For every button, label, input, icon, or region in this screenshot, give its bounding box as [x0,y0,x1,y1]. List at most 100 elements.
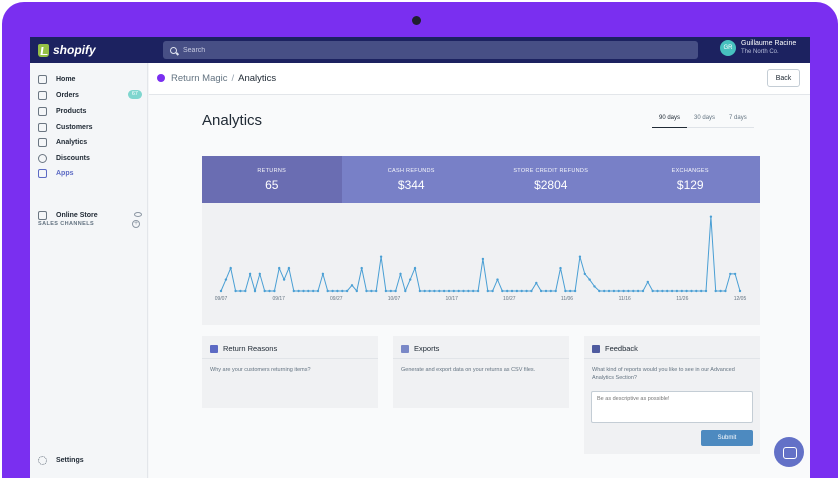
tab-30-days[interactable]: 30 days [687,112,722,127]
stat-exchanges[interactable]: EXCHANGES $129 [620,156,760,203]
sidebar-item-products[interactable]: Products [38,105,142,117]
data-point [447,289,451,293]
sidebar-item-settings[interactable]: Settings [38,456,84,465]
data-point [229,266,232,270]
x-tick-label: 09/17 [272,296,285,302]
data-point [384,289,388,293]
data-point [345,289,349,293]
data-point [646,280,649,284]
data-point [341,289,344,293]
sidebar: Home Orders 67 Products Customers Analyt… [30,63,148,478]
data-point [506,289,509,293]
data-point [399,272,402,276]
data-point [326,289,329,293]
feedback-textarea[interactable] [591,391,753,423]
sales-channels-heading: SALES CHANNELS [38,221,95,227]
data-point [404,289,407,293]
data-point [530,289,533,293]
data-point [607,289,611,293]
main-area: Return Magic / Analytics Back Analytics 90… [149,63,810,478]
data-point [224,278,228,281]
sidebar-item-orders[interactable]: Orders 67 [38,89,142,101]
data-point [627,289,630,293]
data-point [733,272,737,276]
data-point [413,266,417,270]
gear-icon [38,456,47,465]
user-menu[interactable]: GR Guillaume Racine The North Co. [720,40,796,56]
search-input[interactable] [183,46,663,54]
breadcrumb-separator: / [231,73,235,84]
divider [393,358,569,359]
x-tick-label: 11/26 [676,296,688,302]
data-point [244,289,247,293]
search-bar[interactable] [163,41,698,59]
data-point [704,289,708,293]
eye-icon[interactable] [134,212,142,217]
chat-icon [592,344,600,353]
data-point [520,289,523,293]
stat-value: $344 [397,177,425,192]
sidebar-item-label: Customers [56,123,93,131]
data-point [709,215,713,218]
sidebar-item-label: Discounts [56,154,90,162]
data-point [641,289,645,293]
data-point [365,289,368,293]
stat-label: STORE CREDIT REFUNDS [513,167,589,174]
data-point [476,289,480,293]
divider [202,358,378,359]
data-point [564,289,567,293]
x-tick-label: 09/07 [215,296,228,302]
data-point [554,289,557,293]
data-point [273,289,276,293]
logo-text: shopify [53,43,96,57]
data-point [438,289,441,293]
sidebar-item-home[interactable]: Home [38,73,142,85]
data-point [452,289,455,293]
sidebar-item-discounts[interactable]: Discounts [38,152,142,164]
stat-label: EXCHANGES [671,167,709,174]
stat-value: 65 [265,177,279,192]
data-point [418,289,422,293]
sidebar-item-apps[interactable]: Apps [38,167,142,179]
settings-label: Settings [56,457,84,464]
chat-icon[interactable] [774,437,804,467]
store-name: The North Co. [741,49,779,55]
shopify-logo[interactable]: shopify [38,42,96,58]
add-channel-plus-icon[interactable]: + [132,220,140,228]
back-button[interactable]: Back [767,69,800,87]
screen: shopify GR Guillaume Racine The North Co… [30,37,810,478]
tab-90-days[interactable]: 90 days [652,112,688,128]
document-icon [401,344,409,353]
sidebar-item-label: Apps [56,169,74,177]
data-point [307,289,310,293]
card-title-text: Exports [414,344,440,353]
sidebar-item-online-store[interactable]: Online Store [38,209,142,221]
stat-store-credit-refunds[interactable]: STORE CREDIT REFUNDS $2804 [481,156,621,203]
breadcrumb-app-link[interactable]: Return Magic [171,73,228,84]
submit-button[interactable]: Submit [701,430,753,446]
card-title: Exports [401,344,439,353]
stat-cash-refunds[interactable]: CASH REFUNDS $344 [341,156,481,203]
data-point [486,289,489,293]
breadcrumb-current: Analytics [238,73,277,84]
data-point [695,289,698,293]
data-point [394,289,397,293]
sidebar-item-label: Orders [56,91,79,99]
sidebar-item-analytics[interactable]: Analytics [38,136,142,148]
exports-card[interactable]: Exports Generate and export data on your… [393,336,569,408]
data-point [442,289,446,293]
stat-returns[interactable]: RETURNS 65 [202,156,342,203]
card-description: What kind of reports would you like to s… [592,367,735,381]
divider [584,358,760,359]
data-point [603,289,606,293]
data-point [321,272,325,276]
data-point [724,289,727,293]
data-point [253,289,257,293]
tab-7-days[interactable]: 7 days [722,112,754,127]
store-icon [38,210,47,220]
data-point [462,289,465,293]
return-reasons-card[interactable]: Return Reasons Why are your customers re… [202,336,378,408]
user-name: Guillaume Racine [741,40,797,47]
data-point [316,289,320,293]
sidebar-item-customers[interactable]: Customers [38,121,142,133]
